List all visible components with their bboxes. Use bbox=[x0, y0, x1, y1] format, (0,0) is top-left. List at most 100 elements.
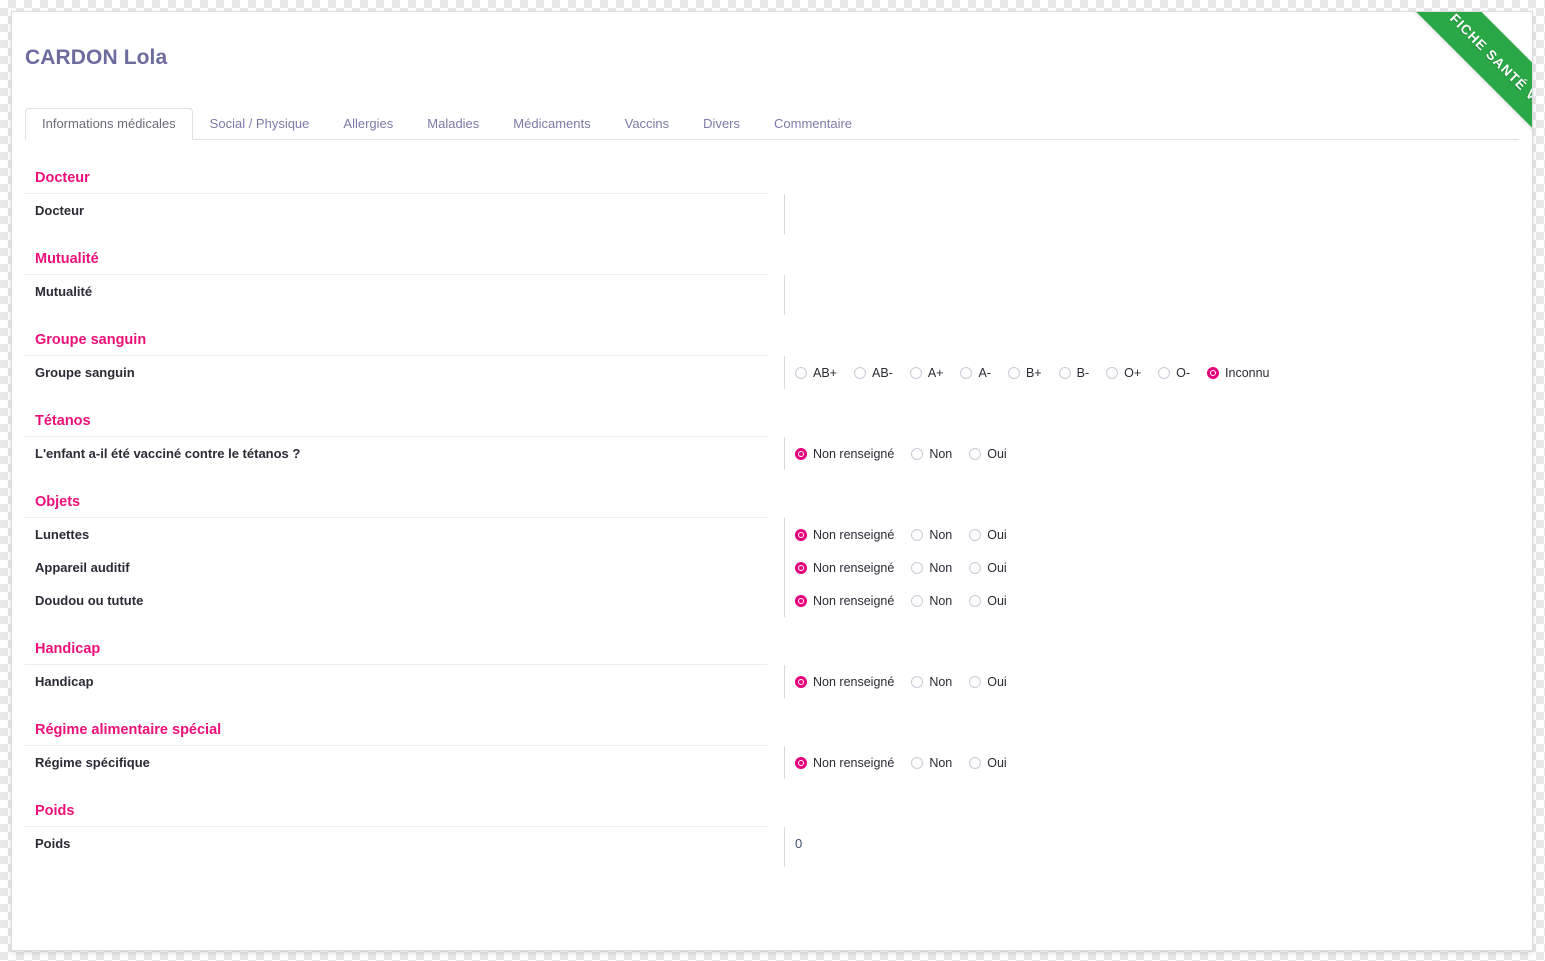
radio-option-b-plus[interactable]: B+ bbox=[1008, 366, 1042, 380]
radio-circle-tetanos-non[interactable] bbox=[911, 448, 923, 460]
radio-option-tetanos-oui[interactable]: Oui bbox=[969, 447, 1006, 461]
radio-circle-doudou-non-renseigne[interactable] bbox=[795, 595, 807, 607]
radio-circle-lunettes-non[interactable] bbox=[911, 529, 923, 541]
section-title-groupe-sanguin: Groupe sanguin bbox=[25, 332, 767, 356]
radio-label-a-plus: A+ bbox=[928, 366, 944, 380]
radio-circle-doudou-oui[interactable] bbox=[969, 595, 981, 607]
section-title-tetanos: Tétanos bbox=[25, 413, 767, 437]
radio-option-inconnu[interactable]: Inconnu bbox=[1207, 366, 1269, 380]
radio-circle-ab-plus[interactable] bbox=[795, 367, 807, 379]
radio-circle-lunettes-non-renseigne[interactable] bbox=[795, 529, 807, 541]
radio-circle-regime-non[interactable] bbox=[911, 757, 923, 769]
radio-option-appareil-auditif-oui[interactable]: Oui bbox=[969, 561, 1006, 575]
radio-option-handicap-non[interactable]: Non bbox=[911, 675, 952, 689]
radio-option-appareil-auditif-non-renseigne[interactable]: Non renseigné bbox=[795, 561, 894, 575]
radio-option-a-plus[interactable]: A+ bbox=[910, 366, 944, 380]
radio-label-tetanos-non: Non bbox=[929, 447, 952, 461]
field-row-lunettes: Lunettes bbox=[12, 518, 1532, 551]
radio-circle-o-plus[interactable] bbox=[1106, 367, 1118, 379]
tab-divers[interactable]: Divers bbox=[686, 108, 757, 140]
tab-medicaments[interactable]: Médicaments bbox=[496, 108, 607, 140]
radio-label-appareil-auditif-oui: Oui bbox=[987, 561, 1006, 575]
radio-circle-lunettes-oui[interactable] bbox=[969, 529, 981, 541]
radio-option-lunettes-non-renseigne[interactable]: Non renseigné bbox=[795, 528, 894, 542]
section-objets: Objets Lunettes Appareil auditif Doudou … bbox=[12, 494, 1532, 617]
radio-circle-a-minus[interactable] bbox=[960, 367, 972, 379]
radio-circle-appareil-auditif-oui[interactable] bbox=[969, 562, 981, 574]
tab-social-physique[interactable]: Social / Physique bbox=[193, 108, 327, 140]
tab-allergies[interactable]: Allergies bbox=[326, 108, 410, 140]
tab-bar: Informations médicales Social / Physique… bbox=[25, 109, 1519, 140]
tab-informations-medicales[interactable]: Informations médicales bbox=[25, 108, 193, 140]
radio-option-handicap-oui[interactable]: Oui bbox=[969, 675, 1006, 689]
radio-option-doudou-non[interactable]: Non bbox=[911, 594, 952, 608]
radio-option-ab-plus[interactable]: AB+ bbox=[795, 366, 837, 380]
radio-circle-ab-minus[interactable] bbox=[854, 367, 866, 379]
section-title-objets: Objets bbox=[25, 494, 767, 518]
radio-option-lunettes-oui[interactable]: Oui bbox=[969, 528, 1006, 542]
field-label-poids: Poids bbox=[12, 827, 767, 858]
radio-circle-b-plus[interactable] bbox=[1008, 367, 1020, 379]
field-row-doudou-ou-tutute: Doudou ou tutute bbox=[12, 584, 1532, 617]
radio-circle-tetanos-oui[interactable] bbox=[969, 448, 981, 460]
section-title-poids: Poids bbox=[25, 803, 767, 827]
radio-circle-appareil-auditif-non[interactable] bbox=[911, 562, 923, 574]
radio-circle-o-minus[interactable] bbox=[1158, 367, 1170, 379]
radio-label-ab-plus: AB+ bbox=[813, 366, 837, 380]
field-row-docteur: Docteur bbox=[12, 194, 1532, 227]
radio-group-groupe-sanguin: AB+ AB- A+ bbox=[795, 356, 1270, 389]
radio-label-ab-minus: AB- bbox=[872, 366, 893, 380]
radio-circle-handicap-non[interactable] bbox=[911, 676, 923, 688]
field-value-poids[interactable]: 0 bbox=[795, 827, 802, 852]
radio-circle-tetanos-non-renseigne[interactable] bbox=[795, 448, 807, 460]
radio-circle-inconnu[interactable] bbox=[1207, 367, 1219, 379]
radio-option-regime-oui[interactable]: Oui bbox=[969, 756, 1006, 770]
radio-group-appareil-auditif: Non renseigné Non Oui bbox=[795, 551, 1007, 584]
radio-option-b-minus[interactable]: B- bbox=[1059, 366, 1090, 380]
radio-label-tetanos-oui: Oui bbox=[987, 447, 1006, 461]
section-title-handicap: Handicap bbox=[25, 641, 767, 665]
tab-commentaire[interactable]: Commentaire bbox=[757, 108, 869, 140]
radio-option-doudou-oui[interactable]: Oui bbox=[969, 594, 1006, 608]
radio-option-lunettes-non[interactable]: Non bbox=[911, 528, 952, 542]
radio-option-appareil-auditif-non[interactable]: Non bbox=[911, 561, 952, 575]
radio-option-doudou-non-renseigne[interactable]: Non renseigné bbox=[795, 594, 894, 608]
radio-option-regime-non-renseigne[interactable]: Non renseigné bbox=[795, 756, 894, 770]
radio-label-appareil-auditif-non: Non bbox=[929, 561, 952, 575]
radio-label-b-plus: B+ bbox=[1026, 366, 1042, 380]
field-value-group-objets: Non renseigné Non Oui bbox=[784, 518, 1007, 617]
radio-option-a-minus[interactable]: A- bbox=[960, 366, 991, 380]
section-tetanos: Tétanos L'enfant a-il été vacciné contre… bbox=[12, 413, 1532, 470]
radio-label-doudou-oui: Oui bbox=[987, 594, 1006, 608]
radio-circle-regime-non-renseigne[interactable] bbox=[795, 757, 807, 769]
radio-option-o-minus[interactable]: O- bbox=[1158, 366, 1190, 380]
rows-mutualite: Mutualité bbox=[12, 275, 1532, 308]
field-row-mutualite: Mutualité bbox=[12, 275, 1532, 308]
radio-label-inconnu: Inconnu bbox=[1225, 366, 1269, 380]
rows-docteur: Docteur bbox=[12, 194, 1532, 227]
page-title: CARDON Lola bbox=[25, 46, 167, 70]
radio-label-o-plus: O+ bbox=[1124, 366, 1141, 380]
radio-label-handicap-non-renseigne: Non renseigné bbox=[813, 675, 894, 689]
radio-option-tetanos-non-renseigne[interactable]: Non renseigné bbox=[795, 447, 894, 461]
section-mutualite: Mutualité Mutualité bbox=[12, 251, 1532, 308]
radio-circle-b-minus[interactable] bbox=[1059, 367, 1071, 379]
radio-option-regime-non[interactable]: Non bbox=[911, 756, 952, 770]
radio-option-handicap-non-renseigne[interactable]: Non renseigné bbox=[795, 675, 894, 689]
radio-label-b-minus: B- bbox=[1077, 366, 1090, 380]
radio-option-ab-minus[interactable]: AB- bbox=[854, 366, 893, 380]
radio-option-tetanos-non[interactable]: Non bbox=[911, 447, 952, 461]
radio-circle-handicap-non-renseigne[interactable] bbox=[795, 676, 807, 688]
radio-group-tetanos: Non renseigné Non Oui bbox=[795, 437, 1007, 470]
radio-circle-a-plus[interactable] bbox=[910, 367, 922, 379]
tab-maladies[interactable]: Maladies bbox=[410, 108, 496, 140]
radio-circle-appareil-auditif-non-renseigne[interactable] bbox=[795, 562, 807, 574]
radio-circle-doudou-non[interactable] bbox=[911, 595, 923, 607]
radio-circle-regime-oui[interactable] bbox=[969, 757, 981, 769]
radio-label-tetanos-non-renseigne: Non renseigné bbox=[813, 447, 894, 461]
tab-vaccins[interactable]: Vaccins bbox=[608, 108, 687, 140]
radio-option-o-plus[interactable]: O+ bbox=[1106, 366, 1141, 380]
radio-circle-handicap-oui[interactable] bbox=[969, 676, 981, 688]
section-title-regime-alimentaire-special: Régime alimentaire spécial bbox=[25, 722, 767, 746]
rows-handicap: Handicap Non renseigné Non bbox=[12, 665, 1532, 698]
